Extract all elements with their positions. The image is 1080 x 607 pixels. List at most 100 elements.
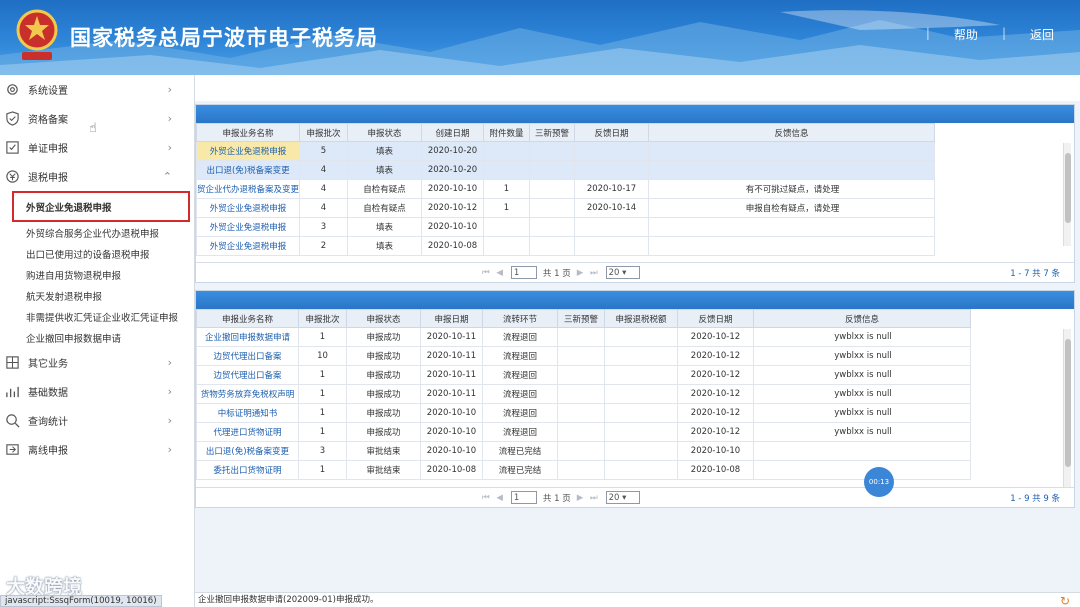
row-link[interactable]: 外贸企业免退税申报 (195, 236, 301, 256)
table-cell: 申报成功 (346, 365, 421, 385)
sidebar-item-system-settings[interactable]: 系统设置 › (0, 75, 194, 104)
submenu-item-foreign-trade-refund[interactable]: 外贸企业免退税申报 (12, 191, 190, 222)
first-prev-page-buttons[interactable]: ⏮ ◀ (482, 493, 505, 503)
submenu-item-aerospace-refund[interactable]: 航天发射退税申报 (26, 285, 194, 306)
help-link[interactable]: 帮助 (954, 26, 978, 43)
chart-icon (6, 386, 19, 398)
table-cell: 2020-10-17 (574, 179, 650, 199)
top-strip (195, 75, 1080, 101)
table-cell: 2020-10-14 (574, 198, 650, 218)
row-link[interactable]: 货物劳务放弃免税权声明 (196, 384, 299, 404)
table-row[interactable]: 货物劳务放弃免税权声明 1 申报成功 2020-10-11 流程退回 2020-10-12… (196, 384, 971, 404)
table-scrollbar[interactable] (1063, 329, 1071, 487)
table-cell: 1 (298, 327, 347, 347)
row-link[interactable]: 贸企业代办退税备案及变更 (195, 179, 301, 199)
table-cell: 2020-10-08 (421, 236, 485, 256)
table-cell: 2020-10-08 (677, 460, 754, 480)
table-row[interactable]: 委托出口货物证明 1 审批结束 2020-10-08 流程已完结 2020-10-08 (196, 460, 971, 480)
page-number-input[interactable]: 1 (510, 491, 537, 504)
refund-icon (6, 170, 19, 183)
sidebar-item-label: 退税申报 (28, 173, 68, 184)
table-cell: 3 (299, 217, 349, 237)
sidebar-item-label: 其它业务 (28, 359, 68, 370)
table-cell: 1 (298, 365, 347, 385)
sidebar-item-offline-declaration[interactable]: 离线申报 › (0, 435, 194, 464)
status-message: 企业撤回申报数据申请(202009-01)申报成功。 (198, 595, 379, 605)
table-cell: 2020-10-12 (677, 365, 754, 385)
next-last-page-buttons[interactable]: ▶ ⏭ (577, 268, 600, 278)
row-link[interactable]: 外贸企业免退税申报 (195, 198, 301, 218)
submenu-item-comprehensive-service-refund[interactable]: 外贸综合服务企业代办退税申报 (26, 222, 194, 243)
sidebar-item-document-declaration[interactable]: 单证申报 › (0, 133, 194, 162)
table-cell (483, 217, 531, 237)
next-last-page-buttons[interactable]: ▶ ⏭ (577, 493, 600, 503)
row-link[interactable]: 出口退(免)税备案变更 (195, 160, 301, 180)
back-link[interactable]: 返回 (1030, 26, 1054, 43)
sidebar-item-label: 资格备案 (28, 115, 68, 126)
row-link[interactable]: 外贸企业免退税申报 (195, 217, 301, 237)
page-number-input[interactable]: 1 (510, 266, 537, 279)
table-row[interactable]: 外贸企业免退税申报 2 填表 2020-10-08 (195, 236, 936, 256)
submenu-item-used-equipment-refund[interactable]: 出口已使用过的设备退税申报 (26, 243, 194, 264)
row-link[interactable]: 出口退(免)税备案变更 (196, 441, 299, 461)
page-size-value: 20 (608, 268, 620, 278)
chevron-right-icon: › (167, 414, 172, 427)
table-cell (604, 422, 678, 442)
table-row[interactable]: 出口退(免)税备案变更 3 审批结束 2020-10-10 流程已完结 2020-10-1… (196, 441, 971, 461)
sidebar-item-basic-data[interactable]: 基础数据 › (0, 377, 194, 406)
table-row[interactable]: 贸企业代办退税备案及变更 4 自检有疑点 2020-10-10 1 2020-10-17 有… (195, 179, 936, 199)
sidebar: 系统设置 › 资格备案 › 单证申报 › 退税申报 ⌃ 外贸企业免退税申报 外贸… (0, 75, 195, 607)
sidebar-item-other-business[interactable]: 其它业务 › (0, 348, 194, 377)
table-cell: 流程退回 (482, 346, 558, 366)
table-cell (648, 217, 936, 237)
table-cell (557, 403, 605, 423)
row-link[interactable]: 边贸代理出口备案 (196, 346, 299, 366)
table-cell: 4 (299, 198, 349, 218)
table-cell: ywblxx is null (753, 365, 971, 385)
table-row[interactable]: 外贸企业免退税申报 5 填表 2020-10-20 (195, 141, 936, 161)
floating-timer-button[interactable]: 00:13 (864, 467, 894, 497)
row-link[interactable]: 边贸代理出口备案 (196, 365, 299, 385)
table-cell (557, 460, 605, 480)
table-cell: 2020-10-08 (420, 460, 483, 480)
sidebar-item-refund-declaration[interactable]: 退税申报 ⌃ (0, 162, 194, 191)
row-link[interactable]: 外贸企业免退税申报 (195, 141, 301, 161)
submenu-item-self-use-goods-refund[interactable]: 购进自用货物退税申报 (26, 264, 194, 285)
table-row[interactable]: 边贸代理出口备案 1 申报成功 2020-10-11 流程退回 2020-10-12 ywb… (196, 365, 971, 385)
row-link[interactable]: 中标证明通知书 (196, 403, 299, 423)
table-cell: 2020-10-12 (421, 198, 485, 218)
table-cell: 审批结束 (346, 460, 421, 480)
table-scrollbar[interactable] (1063, 143, 1071, 246)
row-link[interactable]: 代理进口货物证明 (196, 422, 299, 442)
row-link[interactable]: 企业撤回申报数据申请 (196, 327, 299, 347)
table-cell (604, 346, 678, 366)
table-cell: 申报成功 (346, 384, 421, 404)
table-row[interactable]: 出口退(免)税备案变更 4 填表 2020-10-20 (195, 160, 936, 180)
app-root: 国家税务总局宁波市电子税务局 | 帮助 | 返回 系统设置 › 资格备案 › 单… (0, 0, 1080, 607)
table-row[interactable]: 代理进口货物证明 1 申报成功 2020-10-10 流程退回 2020-10-12 ywb… (196, 422, 971, 442)
table-header-row: 申报业务名称 申报批次 申报状态 创建日期 附件数量 三新预警 反馈日期 反馈信息 (195, 123, 936, 142)
table-row[interactable]: 中标证明通知书 1 申报成功 2020-10-10 流程退回 2020-10-12 ywbl… (196, 403, 971, 423)
sidebar-item-qualification[interactable]: 资格备案 › (0, 104, 194, 133)
sidebar-item-label: 基础数据 (28, 388, 68, 399)
column-header: 申报状态 (346, 309, 421, 328)
sidebar-item-query-statistics[interactable]: 查询统计 › (0, 406, 194, 435)
main-content: 申报业务名称 申报批次 申报状态 创建日期 附件数量 三新预警 反馈日期 反馈信息 外贸企业免… (195, 75, 1080, 607)
table-cell (529, 179, 576, 199)
refresh-icon[interactable]: ↻ (1060, 594, 1070, 607)
table-row[interactable]: 外贸企业免退税申报 3 填表 2020-10-10 (195, 217, 936, 237)
table-cell: 1 (298, 403, 347, 423)
row-link[interactable]: 委托出口货物证明 (196, 460, 299, 480)
table-cell: 2020-10-12 (677, 327, 754, 347)
table-cell: 2020-10-12 (677, 346, 754, 366)
page-size-select[interactable]: 20 ▾ (605, 491, 640, 504)
page-size-select[interactable]: 20 ▾ (605, 266, 640, 279)
submenu-item-receipt-voucher[interactable]: 非需提供收汇凭证企业收汇凭证申报 (26, 306, 194, 327)
table-row[interactable]: 企业撤回申报数据申请 1 申报成功 2020-10-11 流程退回 2020-10-12 y… (196, 327, 971, 347)
table-cell (604, 441, 678, 461)
submenu-item-withdraw-application[interactable]: 企业撤回申报数据申请 (26, 327, 194, 348)
table-cell: 2020-10-12 (677, 403, 754, 423)
table-row[interactable]: 外贸企业免退税申报 4 自检有疑点 2020-10-12 1 2020-10-14 申报自检… (195, 198, 936, 218)
table-row[interactable]: 边贸代理出口备案 10 申报成功 2020-10-11 流程退回 2020-10-12 yw… (196, 346, 971, 366)
first-prev-page-buttons[interactable]: ⏮ ◀ (482, 268, 505, 278)
